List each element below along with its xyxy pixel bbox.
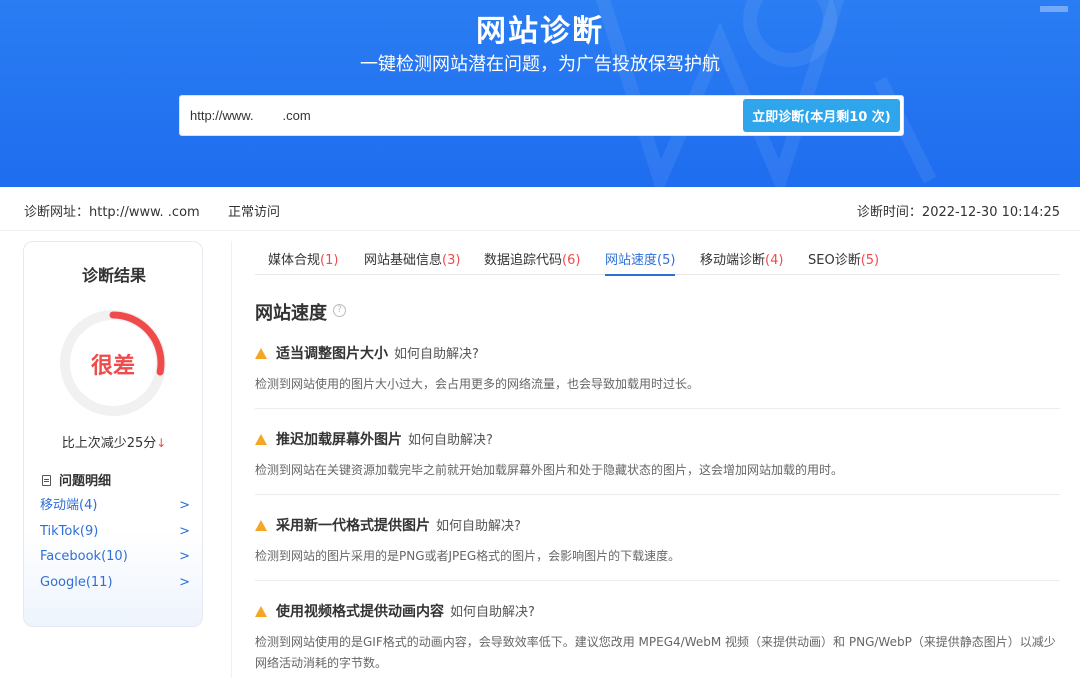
tab-count: (6) bbox=[562, 253, 581, 268]
howto-link[interactable]: 如何自助解决? bbox=[408, 433, 493, 448]
issue-item-label: Facebook(10) bbox=[40, 549, 128, 565]
tab-site-basic-info[interactable]: 网站基础信息(3) bbox=[364, 249, 460, 275]
tab-tracking-code[interactable]: 数据追踪代码(6) bbox=[484, 249, 580, 275]
page-subtitle: 一键检测网站潜在问题，为广告投放保驾护航 bbox=[360, 54, 720, 75]
url-input[interactable] bbox=[190, 96, 740, 135]
issue-title-row: 推迟加载屏幕外图片 如何自助解决? bbox=[255, 429, 493, 449]
help-icon[interactable]: ? bbox=[333, 304, 346, 317]
access-status: 正常访问 bbox=[228, 205, 281, 220]
score-compare: 比上次减少25分↓ bbox=[24, 432, 202, 451]
tab-count: (5) bbox=[860, 253, 880, 268]
issue-item-label: TikTok(9) bbox=[40, 523, 99, 539]
chevron-right-icon: > bbox=[179, 498, 190, 513]
diagnosis-time: 诊断时间：2022-12-30 10:14:25 bbox=[856, 205, 1060, 220]
issue-title-row: 使用视频格式提供动画内容 如何自助解决? bbox=[255, 601, 535, 621]
tab-label: 移动端诊断 bbox=[700, 253, 766, 268]
tab-count: (1) bbox=[320, 253, 339, 268]
issue-item-facebook[interactable]: Facebook(10) > bbox=[40, 548, 190, 574]
tab-label: 媒体合规 bbox=[268, 253, 321, 268]
warning-icon bbox=[255, 434, 267, 445]
tab-media-compliance[interactable]: 媒体合规(1) bbox=[268, 249, 338, 275]
issue-title: 适当调整图片大小 bbox=[276, 346, 388, 362]
issue-item-label: Google(11) bbox=[40, 575, 113, 591]
tab-label: 数据追踪代码 bbox=[484, 253, 563, 268]
issue-item-mobile[interactable]: 移动端(4) > bbox=[40, 497, 190, 523]
section-title: 网站速度 bbox=[255, 303, 327, 324]
tab-seo-diagnosis[interactable]: SEO诊断(5) bbox=[808, 249, 879, 275]
issues-heading: 问题明细 bbox=[42, 470, 111, 489]
diagnosis-info-bar: 诊断网址：http://www. .com 正常访问 诊断时间：2022-12-… bbox=[0, 187, 1080, 231]
result-card: 诊断结果 很差 比上次减少25分↓ 问题明细 移动端(4) > TikTok(9)… bbox=[23, 241, 203, 627]
speed-issue-item: 适当调整图片大小 如何自助解决? 检测到网站使用的图片大小过大，会占用更多的网络流… bbox=[255, 343, 1060, 409]
tab-label: 网站速度 bbox=[605, 253, 658, 268]
warning-icon bbox=[255, 348, 267, 359]
warning-icon bbox=[255, 520, 267, 531]
down-arrow-icon: ↓ bbox=[156, 436, 167, 450]
category-tabs: 媒体合规(1) 网站基础信息(3) 数据追踪代码(6) 网站速度(5) 移动端诊… bbox=[255, 241, 1060, 276]
speed-issue-item: 推迟加载屏幕外图片 如何自助解决? 检测到网站在关键资源加载完毕之前就开始加载屏幕… bbox=[255, 429, 1060, 495]
speed-issue-item: 使用视频格式提供动画内容 如何自助解决? 检测到网站使用的是GIF格式的动画内容，… bbox=[255, 601, 1060, 678]
result-title: 诊断结果 bbox=[81, 266, 146, 285]
issue-item-google[interactable]: Google(11) > bbox=[40, 574, 190, 600]
issue-description: 检测到网站的图片采用的是PNG或者JPEG格式的图片，会影响图片的下载速度。 bbox=[255, 549, 681, 563]
tab-label: SEO诊断 bbox=[808, 253, 861, 268]
issue-description: 检测到网站在关键资源加载完毕之前就开始加载屏幕外图片和处于隐藏状态的图片，这会增… bbox=[255, 463, 844, 477]
issue-description: 检测到网站使用的图片大小过大，会占用更多的网络流量，也会导致加载用时过长。 bbox=[255, 377, 700, 391]
issue-title: 推迟加载屏幕外图片 bbox=[276, 432, 402, 448]
warning-icon bbox=[255, 606, 267, 617]
howto-link[interactable]: 如何自助解决? bbox=[450, 605, 535, 620]
tab-label: 网站基础信息 bbox=[364, 253, 443, 268]
issue-description: 检测到网站使用的是GIF格式的动画内容，会导致效率低下。建议您改用 MPEG4/… bbox=[255, 635, 1056, 670]
page-title: 网站诊断 bbox=[476, 14, 604, 49]
hero-banner: 网站诊断 一键检测网站潜在问题，为广告投放保驾护航 立即诊断(本月剩10 次) bbox=[0, 0, 1080, 187]
issue-title: 采用新一代格式提供图片 bbox=[276, 518, 430, 534]
diagnosis-url: 诊断网址：http://www. .com bbox=[24, 205, 200, 220]
issues-heading-label: 问题明细 bbox=[59, 474, 112, 489]
issue-list: 移动端(4) > TikTok(9) > Facebook(10) > Google(… bbox=[40, 497, 190, 600]
tab-site-speed[interactable]: 网站速度(5) bbox=[605, 249, 676, 276]
issue-title: 使用视频格式提供动画内容 bbox=[276, 604, 444, 620]
diagnose-button[interactable]: 立即诊断(本月剩10 次) bbox=[743, 99, 900, 132]
score-grade: 很差 bbox=[90, 354, 135, 379]
score-compare-text: 比上次减少25分 bbox=[61, 436, 157, 451]
tab-count: (5) bbox=[657, 253, 676, 268]
issue-item-label: 移动端(4) bbox=[40, 498, 98, 513]
issue-title-row: 适当调整图片大小 如何自助解决? bbox=[255, 343, 479, 363]
chevron-right-icon: > bbox=[179, 549, 190, 565]
vertical-divider bbox=[231, 241, 232, 678]
tab-mobile-diagnosis[interactable]: 移动端诊断(4) bbox=[700, 249, 783, 275]
tab-count: (4) bbox=[765, 253, 784, 268]
chevron-right-icon: > bbox=[179, 575, 190, 591]
issue-title-row: 采用新一代格式提供图片 如何自助解决? bbox=[255, 515, 521, 535]
tab-count: (3) bbox=[442, 253, 461, 268]
speed-issue-item: 采用新一代格式提供图片 如何自助解决? 检测到网站的图片采用的是PNG或者JPEG… bbox=[255, 515, 1060, 581]
howto-link[interactable]: 如何自助解决? bbox=[436, 519, 521, 534]
search-box: 立即诊断(本月剩10 次) bbox=[179, 95, 904, 136]
document-icon bbox=[42, 475, 51, 486]
issue-item-tiktok[interactable]: TikTok(9) > bbox=[40, 523, 190, 549]
chevron-right-icon: > bbox=[179, 523, 190, 539]
howto-link[interactable]: 如何自助解决? bbox=[394, 347, 479, 362]
